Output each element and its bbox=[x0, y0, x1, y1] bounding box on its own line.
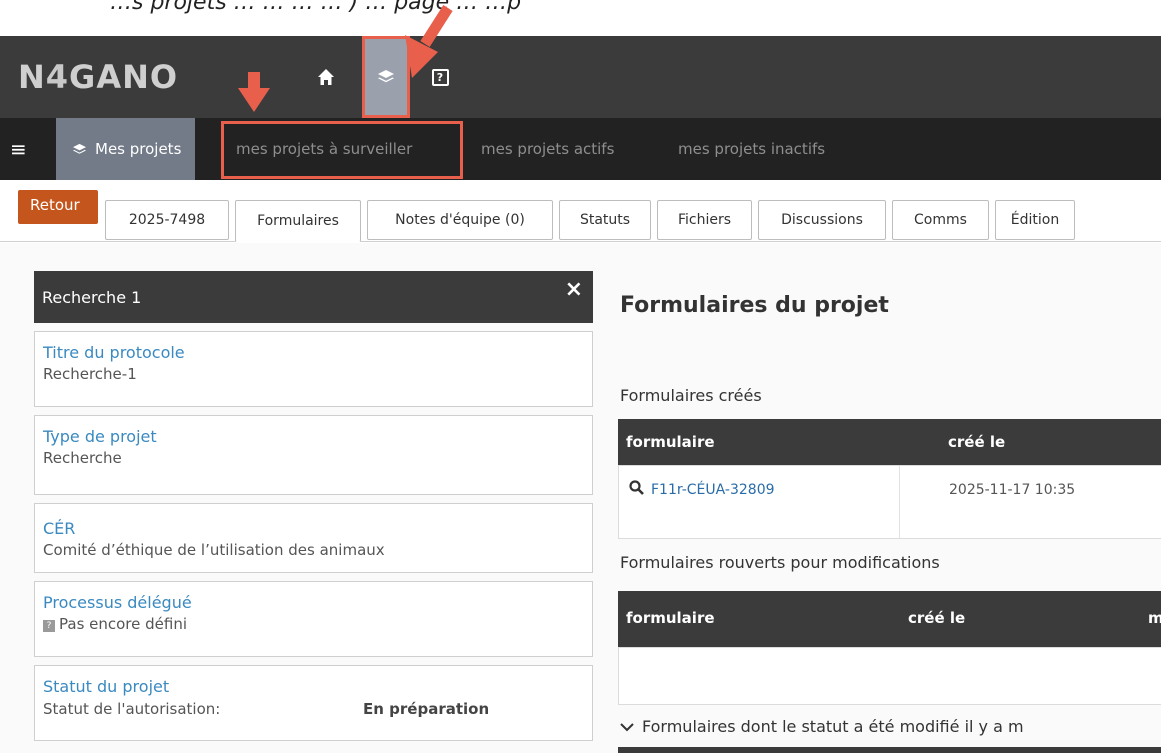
tab-formulaires[interactable]: Formulaires bbox=[235, 200, 361, 242]
col-mis: mis bbox=[1148, 609, 1161, 627]
tab-notes-equipe[interactable]: Notes d'équipe (0) bbox=[367, 200, 553, 240]
card-cer: CÉR Comité d’éthique de l’utilisation de… bbox=[34, 503, 593, 573]
col-cree-le: créé le bbox=[908, 609, 966, 627]
nav-mes-projets-label: Mes projets bbox=[95, 140, 182, 158]
tab-project-id[interactable]: 2025-7498 bbox=[105, 200, 229, 240]
close-icon[interactable]: × bbox=[565, 277, 583, 302]
page-title: Formulaires du projet bbox=[620, 293, 889, 318]
modified-forms-heading: Formulaires dont le statut a été modifié… bbox=[642, 717, 1024, 736]
project-tabs: Retour 2025-7498 Formulaires Notes d'équ… bbox=[0, 180, 1161, 242]
status-label: Statut de l'autorisation: bbox=[43, 700, 221, 718]
panel-title: Recherche 1 bbox=[42, 288, 142, 307]
content-area: Recherche 1 × Titre du protocole Recherc… bbox=[0, 243, 1161, 753]
layers-icon bbox=[73, 143, 86, 154]
arrow-diagonal-annotation bbox=[405, 5, 453, 78]
nav-projets-actifs[interactable]: mes projets actifs bbox=[481, 118, 614, 180]
status-value: En préparation bbox=[363, 700, 490, 718]
cell-divider bbox=[899, 466, 900, 538]
col-formulaire: formulaire bbox=[626, 609, 715, 627]
created-forms-heading: Formulaires créés bbox=[620, 386, 762, 405]
search-icon[interactable] bbox=[629, 480, 644, 495]
reopened-forms-heading: Formulaires rouverts pour modifications bbox=[620, 553, 940, 572]
card-value: Recherche bbox=[43, 449, 122, 467]
highlight-box bbox=[221, 121, 463, 179]
table-row: F11r-CÉUA-32809 2025-11-17 10:35 bbox=[618, 465, 1161, 539]
form-link[interactable]: F11r-CÉUA-32809 bbox=[651, 482, 775, 498]
card-title: Processus délégué bbox=[43, 593, 192, 612]
card-titre-protocole: Titre du protocole Recherche-1 bbox=[34, 331, 593, 407]
empty-table-row bbox=[618, 647, 1161, 705]
col-formulaire: formulaire bbox=[626, 433, 715, 451]
form-created-date: 2025-11-17 10:35 bbox=[949, 482, 1076, 498]
col-cree-le: créé le bbox=[948, 433, 1006, 451]
modified-forms-toggle[interactable]: Formulaires dont le statut a été modifié… bbox=[620, 717, 1024, 736]
unknown-icon: ? bbox=[43, 620, 55, 632]
nav-mes-projets[interactable]: Mes projets bbox=[56, 118, 196, 180]
tab-discussions[interactable]: Discussions bbox=[758, 200, 886, 240]
hamburger-icon[interactable]: ≡ bbox=[10, 137, 27, 161]
tab-fichiers[interactable]: Fichiers bbox=[657, 200, 752, 240]
forms-panel: Formulaires du projet Formulaires créés … bbox=[610, 243, 1161, 753]
tab-comms[interactable]: Comms bbox=[892, 200, 989, 240]
modified-forms-table-header bbox=[618, 747, 1161, 753]
back-button[interactable]: Retour bbox=[18, 190, 98, 224]
panel-header: Recherche 1 × bbox=[34, 271, 593, 323]
project-summary-panel: Recherche 1 × Titre du protocole Recherc… bbox=[34, 271, 593, 741]
card-title: Type de projet bbox=[43, 427, 157, 446]
tab-statuts[interactable]: Statuts bbox=[559, 200, 651, 240]
tab-edition[interactable]: Édition bbox=[995, 200, 1075, 240]
projects-navbar: ≡ Mes projets mes projets à surveiller m… bbox=[0, 118, 1161, 180]
arrow-down-annotation bbox=[238, 72, 270, 112]
chevron-down-icon bbox=[620, 723, 634, 732]
reopened-forms-table-header: formulaire créé le mis bbox=[618, 591, 1161, 647]
card-type-projet: Type de projet Recherche bbox=[34, 415, 593, 495]
card-value: ? Pas encore défini bbox=[43, 614, 584, 634]
card-value: Recherche-1 bbox=[43, 365, 137, 383]
status-row: Statut de l'autorisation: En préparation bbox=[43, 700, 584, 718]
card-title: Statut du projet bbox=[43, 677, 170, 696]
card-value: Comité d’éthique de l’utilisation des an… bbox=[43, 541, 385, 559]
card-title: CÉR bbox=[43, 519, 76, 538]
card-title: Titre du protocole bbox=[43, 343, 185, 362]
card-processus-delegue: Processus délégué ? Pas encore défini bbox=[34, 581, 593, 657]
card-value-text: Pas encore défini bbox=[59, 615, 188, 633]
card-statut-projet: Statut du projet Statut de l'autorisatio… bbox=[34, 665, 593, 741]
nav-projets-inactifs[interactable]: mes projets inactifs bbox=[678, 118, 825, 180]
created-forms-table-header: formulaire créé le bbox=[618, 419, 1161, 465]
